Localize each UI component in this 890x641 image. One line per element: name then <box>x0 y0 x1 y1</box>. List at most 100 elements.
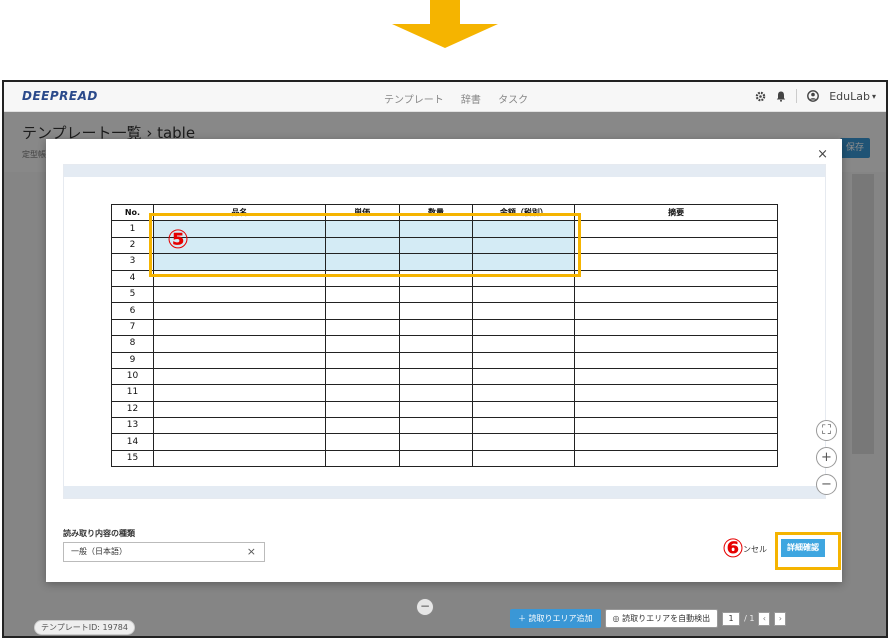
table-cell <box>152 367 326 386</box>
read-type-value: 一般（日本語） <box>71 547 127 556</box>
table-cell <box>152 318 326 337</box>
table-cell <box>152 449 326 468</box>
row-number: 10 <box>111 367 154 386</box>
table-cell <box>324 384 400 402</box>
table-cell <box>152 335 326 353</box>
nav-item-task[interactable]: タスク <box>498 95 528 106</box>
table-cell <box>574 318 778 337</box>
row-number: 2 <box>111 236 154 255</box>
table-cell <box>152 302 326 320</box>
table-cell <box>398 351 474 369</box>
user-name[interactable]: EduLab <box>829 90 870 103</box>
table-cell <box>472 285 576 304</box>
table-cell <box>472 417 576 435</box>
table-cell <box>574 417 778 435</box>
table-cell <box>152 417 326 435</box>
read-type-label: 読み取り内容の種類 <box>63 529 135 538</box>
table-row: 8 <box>111 335 778 353</box>
close-icon[interactable]: × <box>817 147 828 162</box>
table-cell <box>574 433 778 451</box>
read-type-select[interactable]: 一般（日本語） × <box>63 542 265 562</box>
auto-detect-button[interactable]: ◎ 読取りエリアを自動検出 <box>604 609 719 628</box>
table-cell <box>574 400 778 419</box>
gear-icon[interactable] <box>755 91 766 102</box>
table-cell <box>398 335 474 353</box>
row-number: 13 <box>111 417 154 435</box>
step-5-label: ⑤ <box>167 225 190 255</box>
clear-icon[interactable]: × <box>247 543 256 561</box>
table-cell <box>152 351 326 369</box>
add-read-area-button[interactable]: ＋ 読取りエリア追加 <box>510 609 601 628</box>
zoom-in-icon[interactable]: + <box>816 447 837 468</box>
table-cell <box>324 318 400 337</box>
table-cell <box>324 285 400 304</box>
chevron-down-icon[interactable]: ▾ <box>872 92 876 101</box>
logo: DEEPREAD <box>22 89 98 103</box>
zoom-out-icon[interactable]: − <box>816 474 837 495</box>
bottom-toolbar: ＋ 読取りエリア追加 ◎ 読取りエリアを自動検出 1 / 1 ‹ › <box>510 609 787 628</box>
header-divider <box>796 89 798 103</box>
highlight-box-step6 <box>775 532 841 570</box>
highlight-box-step5 <box>149 213 581 277</box>
header-right: EduLab ▾ <box>755 89 876 103</box>
table-cell <box>324 335 400 353</box>
table-row: 9 <box>111 351 778 369</box>
table-cell <box>574 269 778 287</box>
table-cell <box>472 433 576 451</box>
cancel-button[interactable]: ンセル <box>743 544 767 555</box>
table-cell <box>398 433 474 451</box>
main-nav: テンプレート 辞書 タスク <box>384 91 542 106</box>
user-icon[interactable] <box>807 90 820 102</box>
table-row: 13 <box>111 417 778 435</box>
next-page-icon[interactable]: › <box>774 611 787 626</box>
row-number: 4 <box>111 269 154 287</box>
row-number: 11 <box>111 384 154 402</box>
table-cell <box>324 417 400 435</box>
table-cell <box>324 400 400 419</box>
detail-modal: × No. 品名 単価 数量 金額（税別） 摘要 1 2 3 4 5 6 7 8 9 10 11 12… <box>46 139 842 582</box>
table-cell <box>398 318 474 337</box>
bell-icon[interactable] <box>776 91 786 102</box>
table-cell <box>398 384 474 402</box>
table-cell <box>574 367 778 386</box>
fit-screen-icon[interactable]: ⛶ <box>816 420 837 441</box>
table-cell <box>574 220 778 238</box>
row-number: 9 <box>111 351 154 369</box>
table-cell <box>472 367 576 386</box>
row-number: 5 <box>111 285 154 304</box>
table-cell <box>472 351 576 369</box>
table-cell <box>472 302 576 320</box>
down-arrow-icon <box>392 0 498 48</box>
col-header-no: No. <box>111 203 154 222</box>
table-cell <box>574 384 778 402</box>
table-cell <box>324 351 400 369</box>
nav-item-template[interactable]: テンプレート <box>384 95 444 106</box>
table-cell <box>152 384 326 402</box>
zoom-out-button-bg[interactable]: − <box>416 598 434 616</box>
table-cell <box>574 236 778 255</box>
table-cell <box>398 417 474 435</box>
page-input[interactable]: 1 <box>722 611 741 626</box>
table-cell <box>472 400 576 419</box>
table-cell <box>324 302 400 320</box>
table-row: 12 <box>111 400 778 419</box>
table-row: 7 <box>111 318 778 337</box>
viewer-top-band <box>64 165 825 177</box>
table-cell <box>398 302 474 320</box>
table-row: 15 <box>111 449 778 468</box>
row-number: 7 <box>111 318 154 337</box>
table-cell <box>472 335 576 353</box>
table-cell <box>398 285 474 304</box>
prev-page-icon[interactable]: ‹ <box>758 611 771 626</box>
template-id-badge: テンプレートID: 19784 <box>34 620 135 635</box>
table-cell <box>324 367 400 386</box>
table-cell <box>472 318 576 337</box>
table-cell <box>398 400 474 419</box>
nav-item-dictionary[interactable]: 辞書 <box>461 95 481 106</box>
table-cell <box>152 400 326 419</box>
row-number: 3 <box>111 253 154 271</box>
top-bar: DEEPREAD テンプレート 辞書 タスク EduLab ▾ <box>4 82 886 112</box>
step-6-label: ⑥ <box>722 534 745 564</box>
table-cell <box>472 449 576 468</box>
col-header-remarks: 摘要 <box>574 203 778 222</box>
